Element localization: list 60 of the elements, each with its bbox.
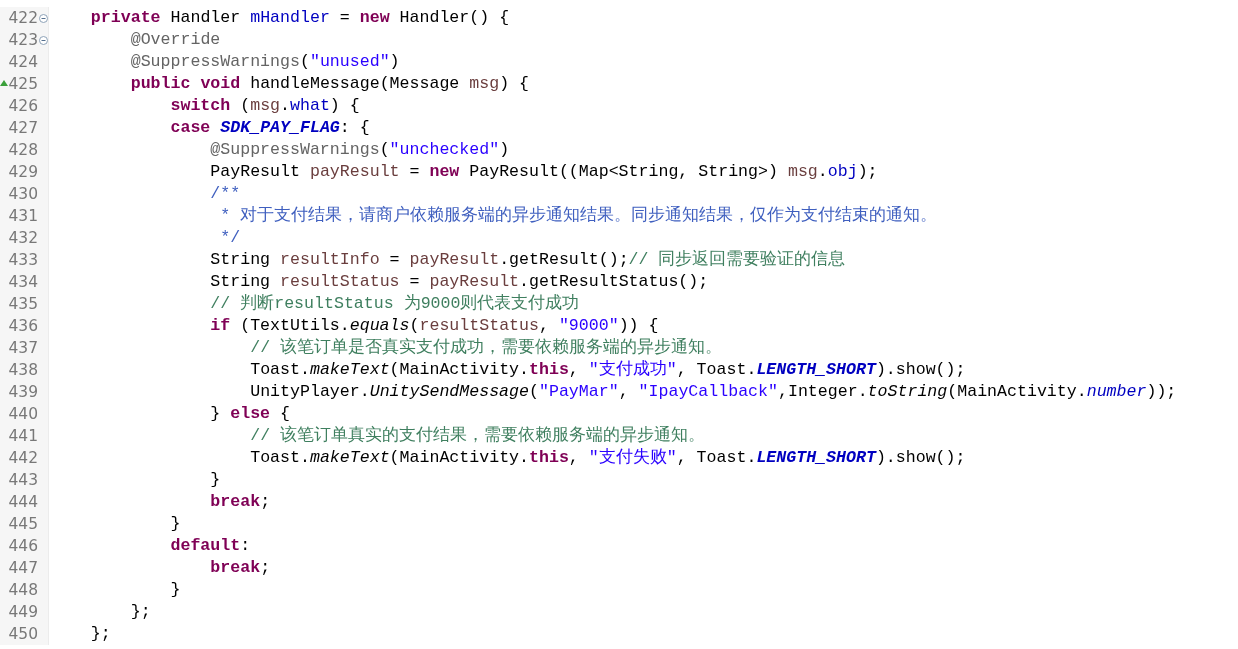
line-number: 441 (8, 426, 38, 447)
code-line: Toast.makeText(MainActivity.this, "支付失败", Toast.LENGTH_SHORT).show(); (250, 448, 966, 467)
code-line: private Handler mHandler = new Handler() { (90, 8, 510, 27)
line-number: 434 (8, 272, 38, 293)
code-line: // 该笔订单是否真实支付成功，需要依赖服务端的异步通知。 (250, 338, 723, 357)
line-number: 439 (8, 382, 38, 403)
code-line: }; (90, 624, 111, 643)
line-number: 422 (8, 8, 38, 29)
code-line: switch (msg.what) { (170, 96, 360, 115)
code-line: } (210, 470, 221, 489)
code-line: PayResult payResult = new PayResult((Map<String, String>) msg.obj); (210, 162, 878, 181)
line-number: 436 (8, 316, 38, 337)
line-number: 442 (8, 448, 38, 469)
code-line: Toast.makeText(MainActivity.this, "支付成功", Toast.LENGTH_SHORT).show(); (250, 360, 966, 379)
line-number: 429 (8, 162, 38, 183)
line-number: 449 (8, 602, 38, 623)
line-number: 450 (8, 624, 38, 645)
code-line: @SuppressWarnings("unused") (130, 52, 400, 71)
line-number: 430 (8, 184, 38, 205)
collapse-icon[interactable] (39, 13, 48, 23)
line-number: 431 (8, 206, 38, 227)
code-line: String resultStatus = payResult.getResultStatus(); (210, 272, 709, 291)
code-line: // 该笔订单真实的支付结果，需要依赖服务端的异步通知。 (250, 426, 706, 445)
line-number: 438 (8, 360, 38, 381)
line-number: 445 (8, 514, 38, 535)
code-line: } (170, 580, 181, 599)
code-line: } else { (210, 404, 290, 423)
code-line: /** (210, 184, 241, 203)
code-line: public void handleMessage(Message msg) { (130, 74, 529, 93)
line-number: 426 (8, 96, 38, 117)
line-number: 435 (8, 294, 38, 315)
line-number: 440 (8, 404, 38, 425)
code-line: if (TextUtils.equals(resultStatus, "9000")) { (210, 316, 659, 335)
code-line: }; (130, 602, 151, 621)
line-number: 437 (8, 338, 38, 359)
line-number: 427 (8, 118, 38, 139)
code-line: @Override (130, 30, 221, 49)
code-line: UnityPlayer.UnitySendMessage("PayMar", "IpayCallback",Integer.toString(MainActivity.number)); (250, 382, 1177, 401)
line-number: 433 (8, 250, 38, 271)
line-number: 424 (8, 52, 38, 73)
line-number: 448 (8, 580, 38, 601)
line-number: 423 (8, 30, 38, 51)
code-line: break; (210, 558, 271, 577)
line-number: 443 (8, 470, 38, 491)
code-line: } (170, 514, 181, 533)
code-line: default: (170, 536, 251, 555)
line-number: 428 (8, 140, 38, 161)
code-line: String resultInfo = payResult.getResult();// 同步返回需要验证的信息 (210, 250, 846, 269)
line-number: 432 (8, 228, 38, 249)
code-line: * 对于支付结果，请商户依赖服务端的异步通知结果。同步通知结果，仅作为支付结束的通知。 (220, 206, 938, 225)
line-number: 447 (8, 558, 38, 579)
code-line: // 判断resultStatus 为9000则代表支付成功 (210, 294, 580, 313)
code-line: break; (210, 492, 271, 511)
code-line: case SDK_PAY_FLAG: { (170, 118, 370, 137)
code-line: */ (220, 228, 241, 247)
code-line: @SuppressWarnings("unchecked") (210, 140, 510, 159)
line-number: 444 (8, 492, 38, 513)
collapse-icon[interactable] (39, 35, 48, 45)
line-number: 446 (8, 536, 38, 557)
line-number: 425 (8, 74, 38, 95)
